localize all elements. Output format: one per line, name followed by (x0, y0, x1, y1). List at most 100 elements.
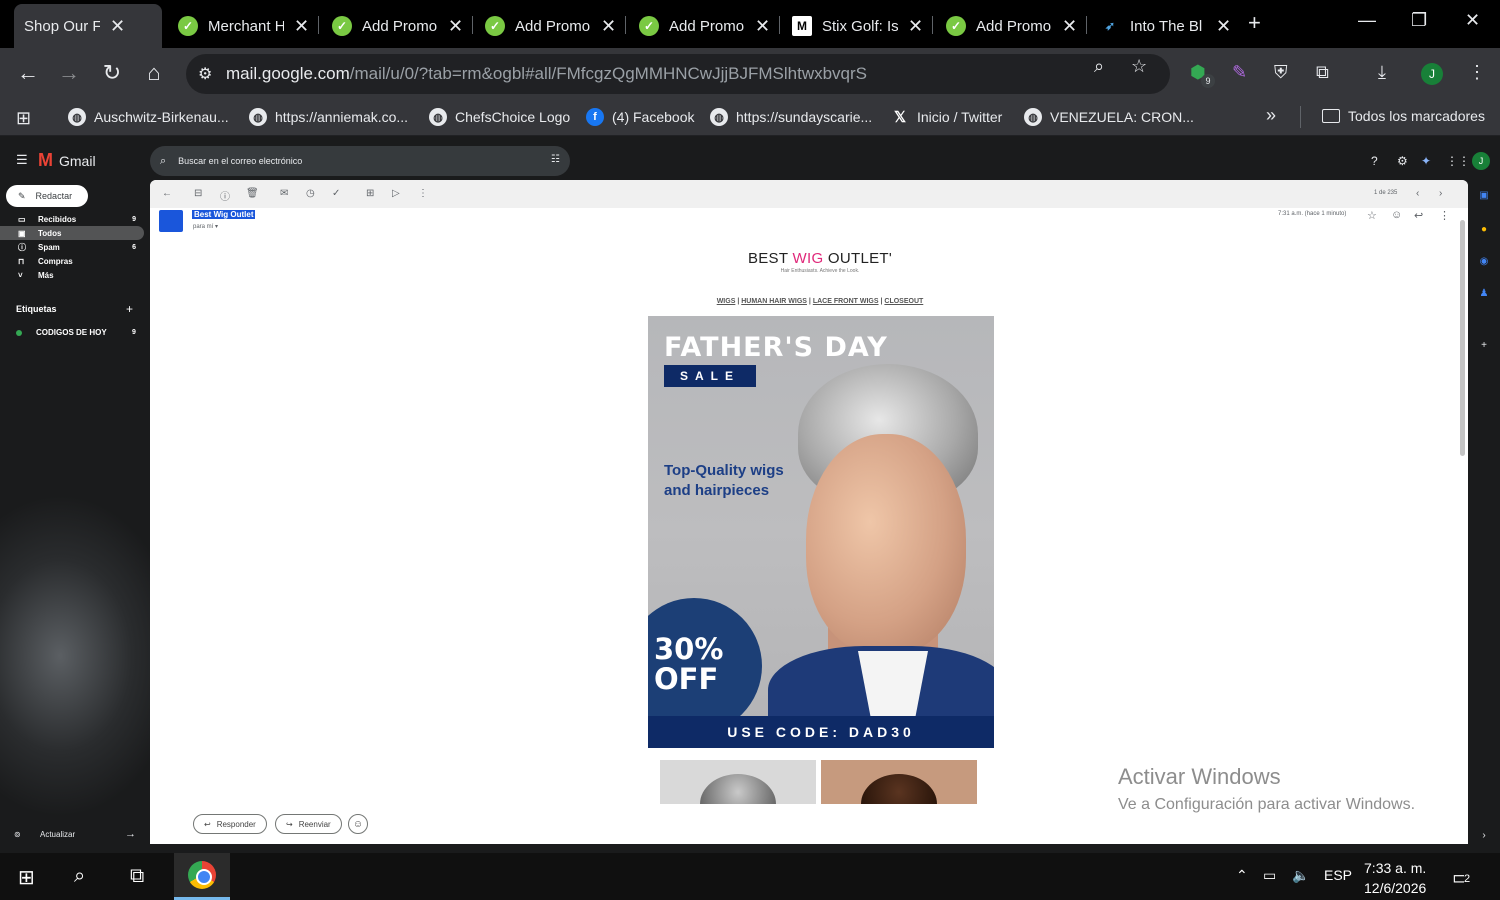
bookmark-sundayscarie[interactable]: ◍ https://sundayscarie... (710, 108, 872, 126)
calendar-icon[interactable]: ▣ (1478, 190, 1490, 202)
apps-grid-icon[interactable]: ⊞ (16, 108, 31, 129)
profile-avatar[interactable]: J (1421, 63, 1443, 85)
mark-unread-icon[interactable]: ✉ (280, 188, 288, 199)
fathers-day-banner[interactable]: FATHER'S DAY SALE Top-Quality wigs and h… (648, 316, 994, 748)
show-hidden-icons-icon[interactable]: ⌃ (1236, 867, 1248, 884)
close-icon[interactable]: ✕ (755, 16, 770, 37)
bookmark-twitter[interactable]: 𝕏 Inicio / Twitter (891, 108, 1002, 126)
brand-logo[interactable]: BEST WIG OUTLET' Hair Enthusiasts. Achie… (670, 250, 970, 274)
feather-extension-icon[interactable]: ✎ (1232, 62, 1247, 83)
zoom-search-icon[interactable]: ⌕ (1094, 56, 1104, 77)
help-icon[interactable]: ? (1371, 154, 1378, 168)
back-icon[interactable]: ← (14, 60, 42, 86)
volume-icon[interactable]: 🔈 (1292, 867, 1309, 884)
tab-into-the-blue[interactable]: ➶ Into The Bl ✕ (1090, 4, 1241, 48)
back-to-list-icon[interactable]: ← (162, 188, 172, 199)
network-icon[interactable]: ▭ (1263, 867, 1276, 884)
nav-inbox[interactable]: ▭ Recibidos 9 (0, 212, 144, 226)
contacts-icon[interactable]: ♟ (1478, 288, 1490, 300)
extensions-puzzle-icon[interactable]: ⧉ (1316, 62, 1329, 83)
report-spam-icon[interactable]: ⓘ (220, 188, 230, 203)
hide-panel-icon[interactable]: › (1478, 830, 1490, 842)
tab-add-promo-3[interactable]: ✓ Add Promo ✕ (629, 4, 780, 48)
message-more-icon[interactable]: ⋮ (1439, 209, 1450, 222)
bookmarks-overflow-icon[interactable]: » (1266, 105, 1276, 126)
more-options-icon[interactable]: ⋮ (418, 188, 428, 199)
account-avatar[interactable]: J (1472, 152, 1490, 170)
compose-button[interactable]: ✎ Redactar (6, 185, 88, 207)
add-task-icon[interactable]: ✓ (332, 188, 340, 199)
all-bookmarks-folder[interactable]: Todos los marcadores (1322, 108, 1485, 124)
menu-link-closeout[interactable]: CLOSEOUT (884, 298, 923, 305)
gmail-logo[interactable]: M Gmail (38, 150, 96, 171)
download-icon[interactable]: ⤓ (1378, 62, 1386, 83)
bookmark-anniemak[interactable]: ◍ https://anniemak.co... (249, 108, 408, 126)
search-icon[interactable]: ⌕ (160, 155, 166, 168)
tab-add-promo-2[interactable]: ✓ Add Promo ✕ (475, 4, 626, 48)
restore-icon[interactable]: ❐ (1411, 10, 1427, 31)
tab-merchant[interactable]: ✓ Merchant H ✕ (168, 4, 319, 48)
close-icon[interactable]: ✕ (110, 16, 125, 37)
delete-icon[interactable]: 🗑 (246, 188, 259, 199)
windows-start-icon[interactable]: ⊞ (18, 865, 35, 890)
close-icon[interactable]: ✕ (601, 16, 616, 37)
tab-add-promo-1[interactable]: ✓ Add Promo ✕ (322, 4, 473, 48)
new-tab-button[interactable]: + (1248, 10, 1261, 36)
tasks-icon[interactable]: ◉ (1478, 256, 1490, 268)
tab-shop-our[interactable]: M Shop Our F ✕ (14, 4, 162, 160)
nav-more[interactable]: ˅ Más (0, 268, 144, 282)
label-codigos-de-hoy[interactable]: CODIGOS DE HOY 9 (16, 328, 136, 337)
bookmark-star-icon[interactable]: ☆ (1131, 56, 1147, 77)
emoji-react-icon[interactable]: ☺ (1391, 209, 1402, 221)
tab-stix-golf[interactable]: M Stix Golf: Is ✕ (782, 4, 933, 48)
get-addons-icon[interactable]: + (1478, 340, 1490, 352)
nav-spam[interactable]: ⓘ Spam 6 (0, 240, 144, 254)
forward-button[interactable]: ↪ Reenviar (275, 814, 342, 834)
close-icon[interactable]: ✕ (908, 16, 923, 37)
product-thumbnail-2[interactable] (821, 760, 977, 804)
bookmark-venezuela[interactable]: ◍ VENEZUELA: CRON... (1024, 108, 1194, 126)
keep-icon[interactable]: ● (1478, 224, 1490, 236)
address-bar[interactable]: ⚙ mail.google.com/mail/u/0/?tab=rm&ogbl#… (186, 54, 1170, 94)
task-view-icon[interactable]: ⧉ (130, 865, 144, 888)
recipient-dropdown[interactable]: para mí ▾ (193, 223, 218, 230)
reply-icon[interactable]: ↩ (1414, 209, 1423, 222)
notifications-icon[interactable]: ▭ 2 (1452, 865, 1471, 890)
chrome-taskbar-button[interactable] (174, 853, 230, 900)
close-window-icon[interactable]: ✕ (1465, 10, 1480, 31)
snooze-icon[interactable]: ◷ (306, 188, 315, 199)
search-icon[interactable]: ⌕ (74, 865, 85, 888)
tab-add-promo-4[interactable]: ✓ Add Promo ✕ (936, 4, 1087, 48)
forward-icon[interactable]: → (55, 60, 83, 86)
language-indicator[interactable]: ESP (1324, 867, 1352, 883)
star-icon[interactable]: ☆ (1367, 209, 1377, 222)
search-options-icon[interactable]: ☷ (551, 154, 560, 165)
update-banner[interactable]: ⊚ Actualizar → (14, 826, 136, 842)
gemini-icon[interactable]: ✦ (1421, 154, 1431, 168)
emoji-button[interactable]: ☺ (348, 814, 368, 834)
mail-search-box[interactable]: ⌕ Buscar en el correo electrónico ☷ (150, 146, 570, 176)
bookmark-chefschoice[interactable]: ◍ ChefsChoice Logo (429, 108, 570, 126)
minimize-icon[interactable]: — (1358, 10, 1376, 31)
add-label-icon[interactable]: + (126, 302, 133, 316)
scrollbar[interactable] (1460, 220, 1465, 456)
menu-link-human-hair-wigs[interactable]: HUMAN HAIR WIGS (741, 298, 807, 305)
settings-gear-icon[interactable]: ⚙ (1397, 154, 1408, 168)
nav-purchases[interactable]: ⊓ Compras (0, 254, 144, 268)
menu-link-lace-front-wigs[interactable]: LACE FRONT WIGS (813, 298, 879, 305)
reload-icon[interactable]: ↻ (98, 60, 126, 86)
main-menu-icon[interactable]: ☰ (16, 152, 28, 168)
product-thumbnail-1[interactable] (660, 760, 816, 804)
label-icon[interactable]: ▷ (392, 188, 400, 199)
close-icon[interactable]: ✕ (1216, 16, 1231, 37)
reply-button[interactable]: ↩ Responder (193, 814, 267, 834)
sender-name[interactable]: Best Wig Outlet (192, 210, 256, 219)
newer-icon[interactable]: ‹ (1416, 188, 1419, 199)
clock[interactable]: 7:33 a. m. 12/6/2026 (1364, 858, 1426, 898)
bookmark-auschwitz[interactable]: ◍ Auschwitz-Birkenau... (68, 108, 229, 126)
bookmark-facebook[interactable]: f (4) Facebook (586, 108, 694, 126)
menu-link-wigs[interactable]: WIGS (717, 298, 736, 305)
site-settings-icon[interactable]: ⚙ (198, 64, 226, 84)
shield-extension-icon[interactable]: ⛨ (1274, 62, 1288, 83)
nav-all-mail[interactable]: ▣ Todos (0, 226, 144, 240)
